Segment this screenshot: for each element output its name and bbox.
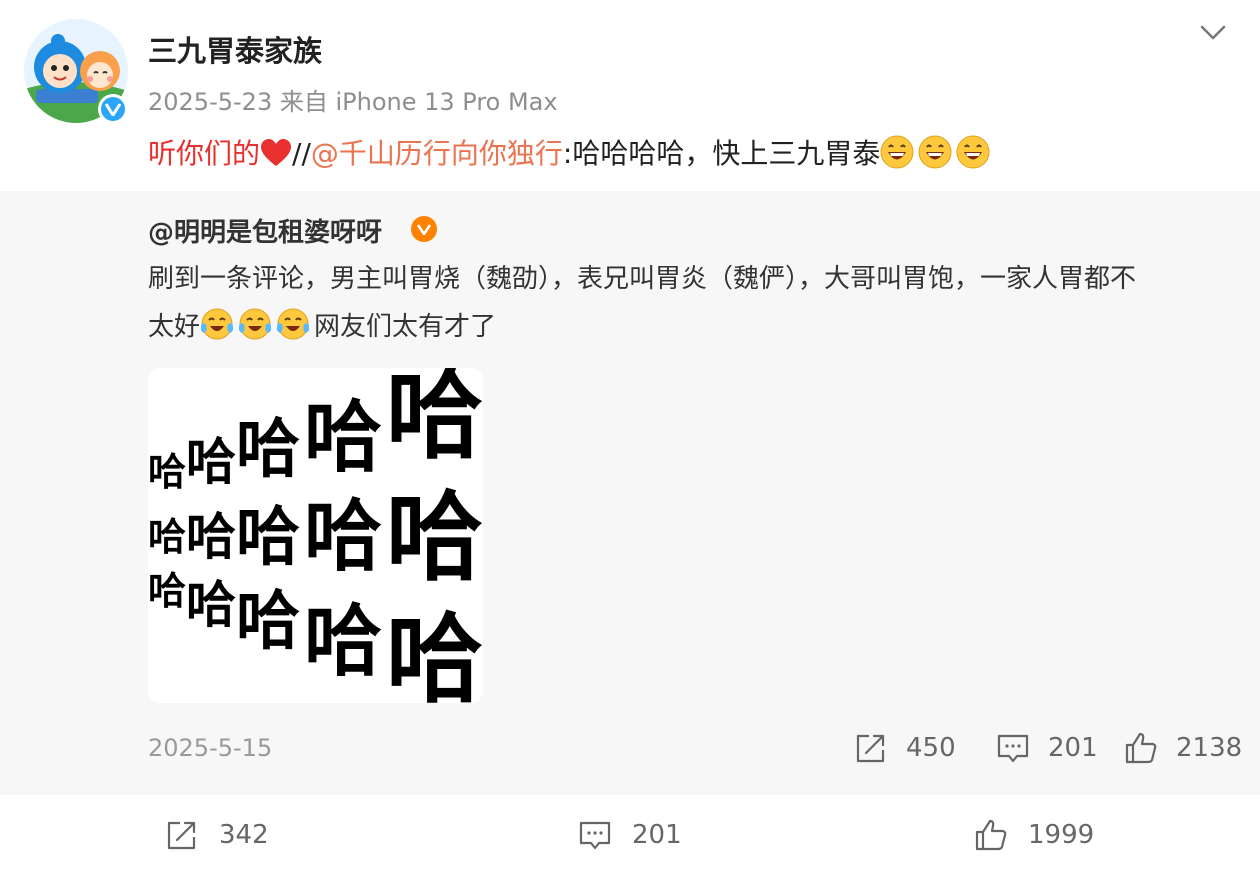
- image-haha-text: 哈: [186, 576, 236, 634]
- repost-comment-count: 201: [1048, 733, 1098, 763]
- verified-badge-icon: [98, 94, 128, 124]
- post-text: 听你们的 //@千山历行向你独行:哈哈哈哈，快上三九胃泰: [148, 134, 994, 174]
- share-icon: [856, 734, 885, 763]
- like-button[interactable]: 1999: [974, 818, 1094, 852]
- laughing-face-icon: [918, 135, 952, 169]
- image-haha-text: 哈: [148, 515, 186, 559]
- comment-icon: [579, 821, 611, 850]
- laugh-cry-icon: [200, 307, 234, 341]
- image-haha-text: 哈: [236, 413, 300, 487]
- chevron-down-icon[interactable]: [1198, 20, 1228, 46]
- comment-count: 201: [632, 820, 682, 850]
- repost-like-count: 2138: [1176, 733, 1243, 763]
- repost-share-button[interactable]: 450: [854, 731, 956, 765]
- thumbs-up-icon: [1125, 732, 1157, 764]
- thumbs-up-icon: [975, 819, 1007, 851]
- heart-icon: [260, 138, 292, 166]
- repost-text-line2-suffix: 网友们太有才了: [314, 312, 497, 342]
- like-count: 1999: [1028, 820, 1095, 850]
- repost-text-line1: 刷到一条评论，男主叫胃烧（魏劭），表兄叫胃炎（魏俨），大哥叫胃饱，一家人胃都不: [148, 264, 1137, 294]
- image-haha-text: 哈: [304, 597, 382, 687]
- repost-comment-button[interactable]: 201: [996, 731, 1098, 765]
- repost-text: 刷到一条评论，男主叫胃烧（魏劭），表兄叫胃炎（魏俨），大哥叫胃饱，一家人胃都不 …: [148, 255, 1228, 351]
- laugh-cry-icon: [276, 307, 310, 341]
- repost-author[interactable]: @明明是包租婆呀呀: [148, 212, 382, 249]
- image-haha-text: 哈: [386, 603, 483, 703]
- image-haha-text: 哈: [148, 569, 186, 613]
- reposted-content[interactable]: @明明是包租婆呀呀 刷到一条评论，男主叫胃烧（魏劭），表兄叫胃炎（魏俨），大哥叫…: [0, 191, 1260, 795]
- username[interactable]: 三九胃泰家族: [148, 28, 322, 70]
- laughing-face-icon: [880, 135, 914, 169]
- comment-button[interactable]: 201: [578, 818, 682, 852]
- verified-badge-icon: [411, 216, 437, 242]
- image-haha-text: 哈: [386, 368, 483, 472]
- mention-link[interactable]: @千山历行向你独行: [311, 137, 563, 170]
- repost-separator: //: [292, 137, 311, 170]
- post-colon: :: [562, 137, 573, 170]
- post-text-prefix: 听你们的: [148, 137, 261, 170]
- repost-text-line2: 太好 网友们太有才了: [148, 303, 1228, 351]
- repost-date: 2025-5-15: [148, 734, 273, 762]
- image-haha-text: 哈: [186, 433, 236, 491]
- laugh-cry-icon: [238, 307, 272, 341]
- share-icon: [167, 821, 196, 850]
- repost-text-line2-prefix: 太好: [148, 312, 201, 342]
- post-text-body: 哈哈哈哈，快上三九胃泰: [572, 137, 881, 170]
- image-haha-text: 哈: [304, 393, 382, 483]
- repost-like-button[interactable]: 2138: [1124, 731, 1242, 765]
- image-haha-text: 哈: [304, 492, 382, 582]
- image-haha-text: 哈: [148, 450, 186, 494]
- post-meta: 2025-5-23 来自 iPhone 13 Pro Max: [148, 88, 558, 116]
- image-haha-text: 哈: [186, 508, 236, 566]
- image-haha-text: 哈: [236, 501, 300, 575]
- share-count: 342: [219, 820, 269, 850]
- image-haha-text: 哈: [386, 481, 483, 594]
- repost-share-count: 450: [906, 733, 956, 763]
- share-button[interactable]: 342: [165, 818, 269, 852]
- repost-image[interactable]: 哈 哈 哈 哈 哈 哈 哈 哈 哈 哈 哈 哈 哈 哈 哈: [148, 368, 483, 703]
- image-haha-text: 哈: [236, 585, 300, 659]
- laughing-face-icon: [956, 135, 990, 169]
- comment-icon: [997, 734, 1029, 763]
